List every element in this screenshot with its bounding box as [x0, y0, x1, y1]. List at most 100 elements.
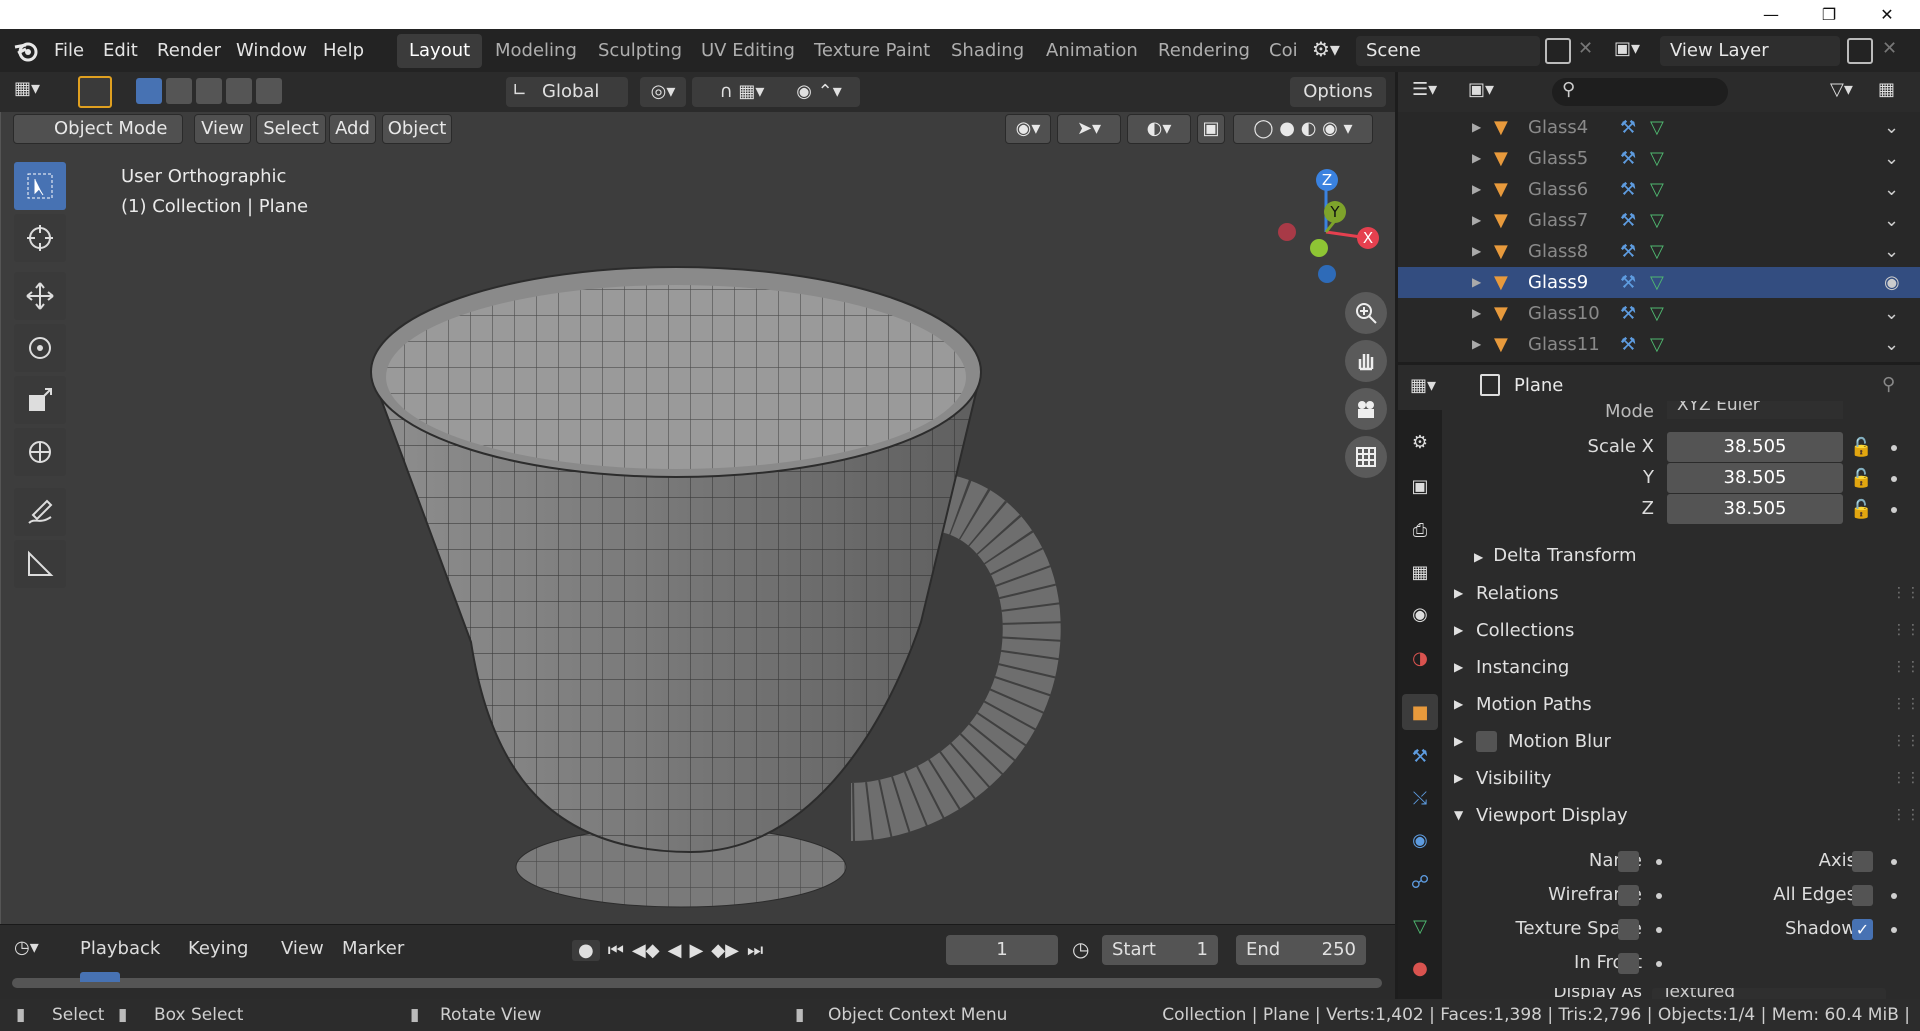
- tool-tab-icon[interactable]: ⚙: [1402, 424, 1438, 460]
- drag-handle-icon[interactable]: ⋮⋮: [1892, 760, 1920, 797]
- modifier-icon[interactable]: ⚒: [1620, 298, 1636, 329]
- expand-arrow-icon[interactable]: ▶: [1472, 174, 1481, 205]
- particles-tab-icon[interactable]: ⤯: [1402, 780, 1438, 816]
- start-frame-field[interactable]: Start 1: [1102, 935, 1218, 965]
- expand-arrow-icon[interactable]: ▶: [1472, 143, 1481, 174]
- new-scene-icon[interactable]: [1545, 38, 1571, 64]
- lock-scale-x-icon[interactable]: 🔓: [1850, 437, 1872, 458]
- select-menu[interactable]: Select: [256, 114, 326, 144]
- mesh-data-icon[interactable]: ▽: [1650, 143, 1664, 174]
- outliner-item-label[interactable]: Glass10: [1528, 298, 1600, 329]
- tab-animation[interactable]: Animation: [1034, 34, 1150, 68]
- outliner-item-label[interactable]: Glass5: [1528, 143, 1588, 174]
- vd-in-front-dot[interactable]: [1656, 961, 1662, 967]
- outliner-row[interactable]: ▶ ▼ Glass4 ⚒ ▽ ⌄: [1398, 112, 1920, 143]
- shading-mode-group[interactable]: ◯ ● ◐ ◉ ▾: [1233, 114, 1373, 144]
- scale-z-field[interactable]: 38.505: [1667, 494, 1843, 524]
- vd-name-dot[interactable]: [1656, 859, 1662, 865]
- scene-icon[interactable]: ⚙▾: [1312, 37, 1352, 65]
- keyframe-dot-z[interactable]: [1891, 507, 1897, 513]
- vd-axis-dot[interactable]: [1891, 859, 1897, 865]
- scale-x-field[interactable]: 38.505: [1667, 432, 1843, 462]
- material-tab-icon[interactable]: ●: [1402, 950, 1438, 986]
- delete-scene-icon[interactable]: ✕: [1578, 38, 1593, 59]
- outliner-item-label[interactable]: Glass4: [1528, 112, 1588, 143]
- view-layer-icon[interactable]: ▣▾: [1614, 38, 1640, 59]
- outliner-row[interactable]: ▶ ▼ Glass8 ⚒ ▽ ⌄: [1398, 236, 1920, 267]
- modifier-icon[interactable]: ⚒: [1620, 174, 1636, 205]
- select-new-icon[interactable]: [136, 78, 162, 104]
- outliner-row[interactable]: ▶ ▼ Glass6 ⚒ ▽ ⌄: [1398, 174, 1920, 205]
- pivot-icon[interactable]: ◎▾: [640, 77, 686, 107]
- physics-tab-icon[interactable]: ◉: [1402, 822, 1438, 858]
- modifier-icon[interactable]: ⚒: [1620, 205, 1636, 236]
- filter-icon[interactable]: ▽▾: [1830, 79, 1853, 100]
- tab-modeling[interactable]: Modeling: [483, 34, 589, 68]
- gizmo-y-axis[interactable]: Y: [1324, 201, 1346, 223]
- marker-menu[interactable]: Marker: [342, 938, 404, 959]
- rotation-mode-dropdown[interactable]: XYZ Euler: [1667, 401, 1843, 419]
- cursor-tool-icon[interactable]: [14, 214, 66, 262]
- outliner-row[interactable]: ▶ ▼ Glass9 ⚒ ▽ ◉: [1398, 267, 1920, 298]
- output-tab-icon[interactable]: ⎙: [1402, 512, 1438, 548]
- scene-tab-icon[interactable]: ◉: [1402, 596, 1438, 632]
- outliner-item-label[interactable]: Glass6: [1528, 174, 1588, 205]
- select-intersect-icon[interactable]: [256, 78, 282, 104]
- vd-display-as-dropdown[interactable]: Textured: [1652, 988, 1886, 999]
- drag-handle-icon[interactable]: ⋮⋮: [1892, 575, 1920, 612]
- drag-handle-icon[interactable]: ⋮⋮: [1892, 612, 1920, 649]
- frame-indicator[interactable]: [80, 972, 120, 982]
- data-tab-icon[interactable]: ▽: [1402, 908, 1438, 944]
- tab-uv-editing[interactable]: UV Editing: [689, 34, 807, 68]
- mesh-data-icon[interactable]: ▽: [1650, 112, 1664, 143]
- drag-handle-icon[interactable]: ⋮⋮: [1892, 797, 1920, 834]
- vd-wireframe-dot[interactable]: [1656, 893, 1662, 899]
- modifier-icon[interactable]: ⚒: [1620, 143, 1636, 174]
- outliner-item-label[interactable]: Glass11: [1528, 329, 1600, 360]
- object-mode-dropdown[interactable]: Object Mode: [13, 114, 183, 144]
- mesh-data-icon[interactable]: ▽: [1650, 174, 1664, 205]
- outliner-item-label[interactable]: Glass9: [1528, 267, 1588, 298]
- move-tool-icon[interactable]: [14, 272, 66, 320]
- gizmo-x-axis[interactable]: X: [1357, 227, 1379, 249]
- delete-view-layer-icon[interactable]: ✕: [1882, 38, 1897, 59]
- menu-window[interactable]: Window: [236, 29, 307, 72]
- drag-handle-icon[interactable]: ⋮⋮: [1892, 649, 1920, 686]
- lock-scale-z-icon[interactable]: 🔓: [1850, 499, 1872, 520]
- selection-mode-group[interactable]: [136, 78, 284, 106]
- mesh-data-icon[interactable]: ▽: [1650, 298, 1664, 329]
- restore-icon[interactable]: ❐: [1800, 0, 1858, 29]
- vd-shadow-dot[interactable]: [1891, 927, 1897, 933]
- tab-compositing[interactable]: Coi: [1257, 34, 1301, 68]
- world-tab-icon[interactable]: ◑: [1402, 640, 1438, 676]
- mesh-data-icon[interactable]: ▽: [1650, 236, 1664, 267]
- modifier-icon[interactable]: ⚒: [1620, 267, 1636, 298]
- keyframe-dot-y[interactable]: [1891, 476, 1897, 482]
- display-mode-icon[interactable]: ▣▾: [1468, 79, 1494, 100]
- menu-edit[interactable]: Edit: [103, 29, 138, 72]
- modifier-icon[interactable]: ⚒: [1620, 236, 1636, 267]
- annotate-tool-icon[interactable]: [14, 488, 66, 536]
- outliner-row[interactable]: ▶ ▼ Glass5 ⚒ ▽ ⌄: [1398, 143, 1920, 174]
- drag-handle-icon[interactable]: ⋮⋮: [1892, 686, 1920, 723]
- gizmo-z-axis[interactable]: Z: [1316, 169, 1338, 191]
- prev-keyframe-icon[interactable]: ◀◆: [632, 940, 660, 961]
- expand-arrow-icon[interactable]: ▶: [1472, 112, 1481, 143]
- preview-range-icon[interactable]: ◷: [1072, 937, 1089, 961]
- outliner-row[interactable]: ▶ ▼ Glass7 ⚒ ▽ ⌄: [1398, 205, 1920, 236]
- select-invert-icon[interactable]: [226, 78, 252, 104]
- vd-texture-space-checkbox[interactable]: [1618, 919, 1639, 940]
- jump-start-icon[interactable]: ⏮: [608, 940, 624, 961]
- outliner-item-label[interactable]: Glass8: [1528, 236, 1588, 267]
- eye-closed-icon[interactable]: ⌄: [1884, 174, 1899, 205]
- pan-hand-icon[interactable]: [1345, 340, 1387, 382]
- panel-motion-paths[interactable]: ▶ Motion Paths ⋮⋮: [1442, 686, 1920, 723]
- gizmo-toggle-icon[interactable]: ➤▾: [1057, 114, 1121, 144]
- zoom-icon[interactable]: [1345, 292, 1387, 334]
- eye-icon[interactable]: ◉: [1884, 267, 1900, 298]
- play-reverse-icon[interactable]: ◀: [668, 940, 682, 961]
- outliner-row[interactable]: ▶ ▼ Glass11 ⚒ ▽ ⌄: [1398, 329, 1920, 360]
- constraints-tab-icon[interactable]: ☍: [1402, 864, 1438, 900]
- cup-mesh[interactable]: [361, 212, 1161, 932]
- panel-instancing[interactable]: ▶ Instancing ⋮⋮: [1442, 649, 1920, 686]
